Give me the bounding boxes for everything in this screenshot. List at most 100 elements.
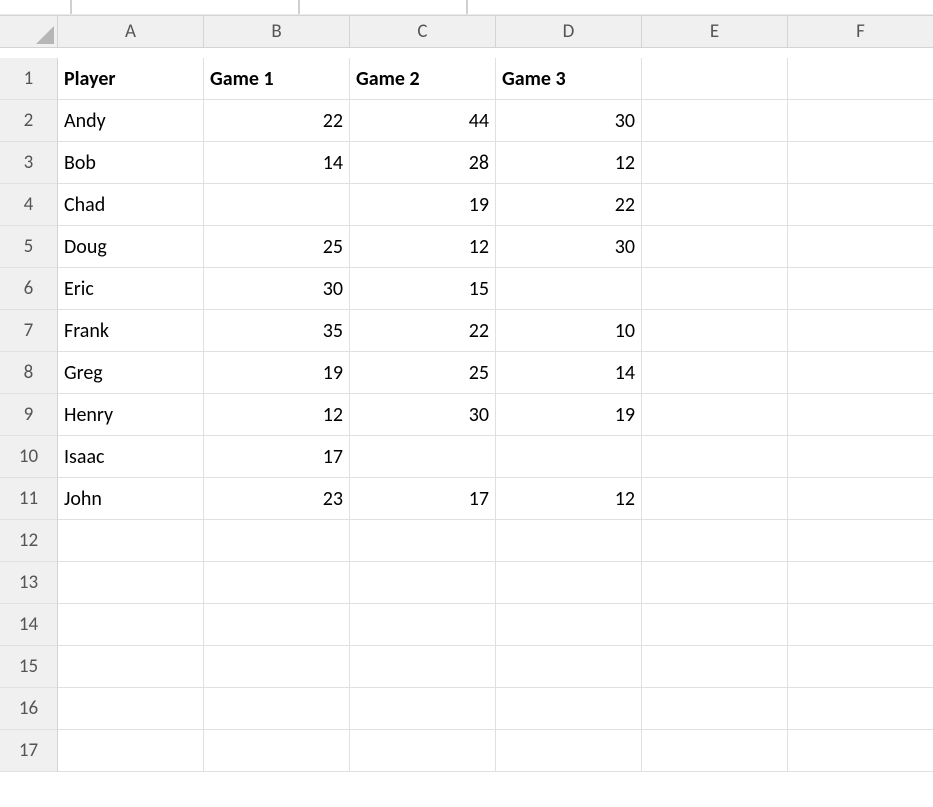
- cell-A8[interactable]: Greg: [58, 352, 204, 394]
- row-header-7[interactable]: 7: [0, 310, 58, 352]
- cell-A17[interactable]: [58, 730, 204, 772]
- cell-A11[interactable]: John: [58, 478, 204, 520]
- cell-E16[interactable]: [642, 688, 788, 730]
- cell-A15[interactable]: [58, 646, 204, 688]
- row-header-14[interactable]: 14: [0, 604, 58, 646]
- cell-E1[interactable]: [642, 58, 788, 100]
- cell-C5[interactable]: 12: [350, 226, 496, 268]
- cell-B4[interactable]: [204, 184, 350, 226]
- cell-D11[interactable]: 12: [496, 478, 642, 520]
- cell-D2[interactable]: 30: [496, 100, 642, 142]
- cell-F6[interactable]: [788, 268, 933, 310]
- cell-A4[interactable]: Chad: [58, 184, 204, 226]
- cell-B12[interactable]: [204, 520, 350, 562]
- cell-D4[interactable]: 22: [496, 184, 642, 226]
- cell-E8[interactable]: [642, 352, 788, 394]
- cell-C15[interactable]: [350, 646, 496, 688]
- cell-B14[interactable]: [204, 604, 350, 646]
- cell-A2[interactable]: Andy: [58, 100, 204, 142]
- cell-A12[interactable]: [58, 520, 204, 562]
- row-header-6[interactable]: 6: [0, 268, 58, 310]
- row-header-12[interactable]: 12: [0, 520, 58, 562]
- row-header-8[interactable]: 8: [0, 352, 58, 394]
- col-header-B[interactable]: B: [204, 16, 350, 48]
- cell-F15[interactable]: [788, 646, 933, 688]
- cell-D5[interactable]: 30: [496, 226, 642, 268]
- row-header-16[interactable]: 16: [0, 688, 58, 730]
- cell-E15[interactable]: [642, 646, 788, 688]
- col-header-A[interactable]: A: [58, 16, 204, 48]
- cell-B17[interactable]: [204, 730, 350, 772]
- cell-F1[interactable]: [788, 58, 933, 100]
- cell-F8[interactable]: [788, 352, 933, 394]
- cell-A3[interactable]: Bob: [58, 142, 204, 184]
- cell-D7[interactable]: 10: [496, 310, 642, 352]
- row-header-5[interactable]: 5: [0, 226, 58, 268]
- cell-C8[interactable]: 25: [350, 352, 496, 394]
- cell-B1[interactable]: Game 1: [204, 58, 350, 100]
- cell-C11[interactable]: 17: [350, 478, 496, 520]
- cell-B16[interactable]: [204, 688, 350, 730]
- cell-C2[interactable]: 44: [350, 100, 496, 142]
- cell-E12[interactable]: [642, 520, 788, 562]
- cell-B2[interactable]: 22: [204, 100, 350, 142]
- cell-F9[interactable]: [788, 394, 933, 436]
- cell-A5[interactable]: Doug: [58, 226, 204, 268]
- cell-D9[interactable]: 19: [496, 394, 642, 436]
- cell-D10[interactable]: [496, 436, 642, 478]
- cell-C14[interactable]: [350, 604, 496, 646]
- row-header-1[interactable]: 1: [0, 58, 58, 100]
- cell-A6[interactable]: Eric: [58, 268, 204, 310]
- cell-B13[interactable]: [204, 562, 350, 604]
- cell-F17[interactable]: [788, 730, 933, 772]
- cell-B10[interactable]: 17: [204, 436, 350, 478]
- col-header-C[interactable]: C: [350, 16, 496, 48]
- cell-D8[interactable]: 14: [496, 352, 642, 394]
- cell-C4[interactable]: 19: [350, 184, 496, 226]
- cell-B5[interactable]: 25: [204, 226, 350, 268]
- cell-D15[interactable]: [496, 646, 642, 688]
- cell-F14[interactable]: [788, 604, 933, 646]
- cell-D6[interactable]: [496, 268, 642, 310]
- row-header-15[interactable]: 15: [0, 646, 58, 688]
- cell-B8[interactable]: 19: [204, 352, 350, 394]
- cell-C1[interactable]: Game 2: [350, 58, 496, 100]
- cell-A10[interactable]: Isaac: [58, 436, 204, 478]
- spreadsheet-grid[interactable]: A B C D E F 1 Player Game 1 Game 2 Game …: [0, 15, 933, 772]
- cell-F16[interactable]: [788, 688, 933, 730]
- cell-A9[interactable]: Henry: [58, 394, 204, 436]
- cell-E5[interactable]: [642, 226, 788, 268]
- cell-B3[interactable]: 14: [204, 142, 350, 184]
- cell-F13[interactable]: [788, 562, 933, 604]
- cell-E11[interactable]: [642, 478, 788, 520]
- cell-E6[interactable]: [642, 268, 788, 310]
- cell-A13[interactable]: [58, 562, 204, 604]
- cell-C3[interactable]: 28: [350, 142, 496, 184]
- col-header-D[interactable]: D: [496, 16, 642, 48]
- cell-E4[interactable]: [642, 184, 788, 226]
- cell-B9[interactable]: 12: [204, 394, 350, 436]
- col-header-F[interactable]: F: [788, 16, 933, 48]
- cell-C7[interactable]: 22: [350, 310, 496, 352]
- cell-E10[interactable]: [642, 436, 788, 478]
- cell-D14[interactable]: [496, 604, 642, 646]
- col-header-E[interactable]: E: [642, 16, 788, 48]
- row-header-13[interactable]: 13: [0, 562, 58, 604]
- row-header-2[interactable]: 2: [0, 100, 58, 142]
- cell-A7[interactable]: Frank: [58, 310, 204, 352]
- cell-E2[interactable]: [642, 100, 788, 142]
- cell-B7[interactable]: 35: [204, 310, 350, 352]
- row-header-4[interactable]: 4: [0, 184, 58, 226]
- cell-F3[interactable]: [788, 142, 933, 184]
- cell-E9[interactable]: [642, 394, 788, 436]
- cell-E17[interactable]: [642, 730, 788, 772]
- cell-F11[interactable]: [788, 478, 933, 520]
- cell-E14[interactable]: [642, 604, 788, 646]
- cell-F2[interactable]: [788, 100, 933, 142]
- cell-A1[interactable]: Player: [58, 58, 204, 100]
- cell-F7[interactable]: [788, 310, 933, 352]
- cell-D13[interactable]: [496, 562, 642, 604]
- cell-B15[interactable]: [204, 646, 350, 688]
- row-header-3[interactable]: 3: [0, 142, 58, 184]
- cell-A14[interactable]: [58, 604, 204, 646]
